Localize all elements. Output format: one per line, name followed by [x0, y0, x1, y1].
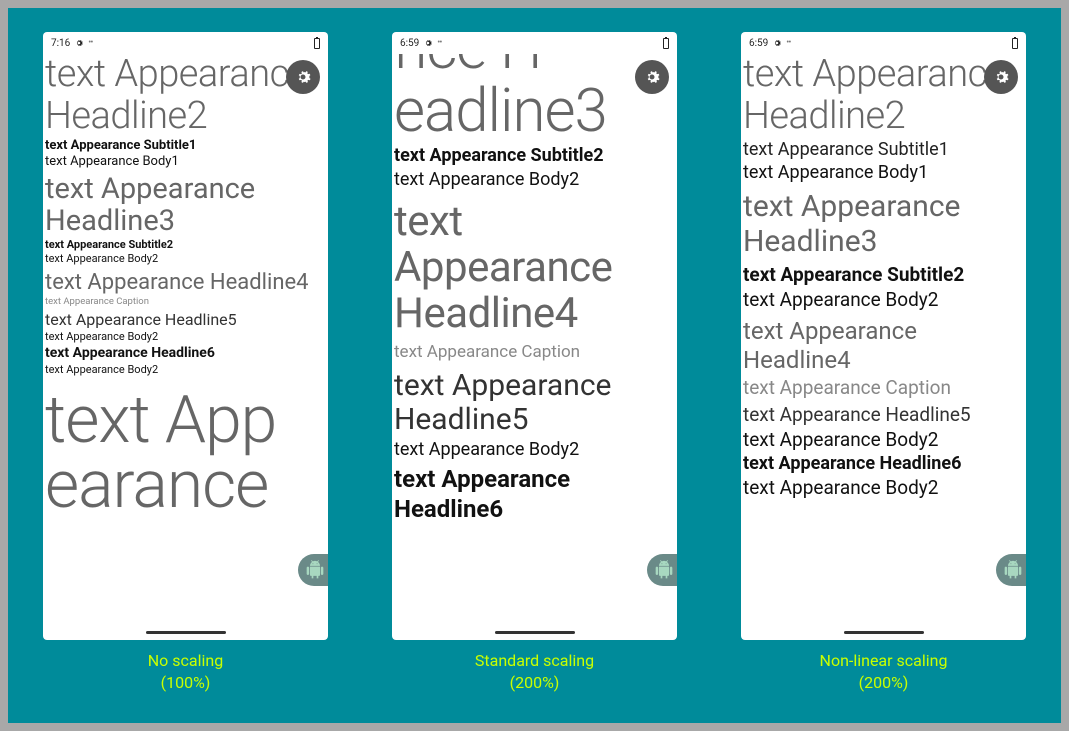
phone-content: text Appearance Headline2 text Appearanc… [741, 54, 1026, 640]
column-non-linear-scaling: 6:59 •• [724, 32, 1044, 693]
subtitle2-text: text Appearance Subtitle2 [45, 238, 324, 252]
headline2-text: text Appearance Headline2 [45, 54, 324, 138]
subtitle2-text: text Appearance Subtitle2 [743, 263, 1022, 288]
column-standard-scaling: 6:59 •• [375, 32, 695, 693]
body2-text-c: text Appearance Body2 [45, 363, 324, 377]
headline5-text: text Appearance Headline5 [743, 403, 1022, 428]
nav-bar-handle[interactable] [146, 631, 226, 634]
caption-no-scaling: No scaling (100%) [148, 650, 223, 693]
headline3-text: text Appearance Headline3 [743, 190, 1022, 259]
headline6-text: text Appearance Headline6 [45, 344, 324, 362]
headline5-text: text Appearance Headline5 [45, 310, 324, 330]
caption-line1: Standard scaling [475, 651, 594, 670]
android-icon [305, 560, 325, 580]
battery-icon [1012, 38, 1018, 49]
gear-icon [74, 38, 84, 48]
android-icon [1003, 560, 1023, 580]
headline3-text-clipped: arance Headline3 [392, 54, 673, 142]
android-pill[interactable] [996, 554, 1026, 586]
nav-bar-handle[interactable] [844, 631, 924, 634]
caption-line2: (100%) [161, 673, 211, 692]
body2-text: text Appearance Body2 [743, 288, 1022, 313]
gear-icon [423, 38, 433, 48]
status-bar: 6:59 •• [741, 32, 1026, 54]
image-frame: 7:16 •• [0, 0, 1069, 731]
headline1-text: text Appearance [45, 389, 324, 518]
subtitle2-text: text Appearance Subtitle2 [394, 144, 673, 168]
phone-no-scaling: 7:16 •• [43, 32, 328, 640]
caption-text: text Appearance Caption [743, 376, 1022, 401]
headline4-text: text Appearance Headline4 [45, 270, 324, 295]
network-dots-icon: •• [786, 38, 790, 48]
column-no-scaling: 7:16 •• [26, 32, 346, 693]
settings-fab[interactable] [286, 60, 320, 94]
caption-non-linear-scaling: Non-linear scaling (200%) [820, 650, 948, 693]
caption-standard-scaling: Standard scaling (200%) [475, 650, 594, 693]
body2-text-b: text Appearance Body2 [394, 438, 673, 462]
phone-content: arance Headline3 text Appearance Subtitl… [392, 54, 677, 640]
phone-standard-scaling: 6:59 •• [392, 32, 677, 640]
settings-fab[interactable] [635, 60, 669, 94]
status-bar: 6:59 •• [392, 32, 677, 54]
clock-text: 6:59 [749, 38, 768, 49]
caption-line2: (200%) [859, 673, 909, 692]
caption-text: text Appearance Caption [45, 296, 324, 308]
network-dots-icon: •• [437, 38, 441, 48]
comparison-panel: 7:16 •• [8, 8, 1061, 723]
body2-text: text Appearance Body2 [394, 168, 673, 192]
headline4-text: text Appearance Headline4 [394, 199, 673, 338]
gear-icon [642, 67, 662, 87]
headline6-text: text Appearance Headline6 [743, 452, 1022, 475]
status-right [314, 38, 320, 49]
gear-icon [991, 67, 1011, 87]
clock-text: 6:59 [400, 38, 419, 49]
headline3-text: text Appearance Headline3 [45, 174, 324, 238]
clock-text: 7:16 [51, 38, 70, 49]
gear-icon [293, 67, 313, 87]
status-right [663, 38, 669, 49]
status-right [1012, 38, 1018, 49]
caption-line2: (200%) [510, 673, 560, 692]
caption-text: text Appearance Caption [394, 341, 673, 365]
body1-text: text Appearance Body1 [743, 161, 1022, 184]
body2-text-b: text Appearance Body2 [743, 428, 1022, 453]
battery-icon [663, 38, 669, 49]
subtitle1-text: text Appearance Subtitle1 [743, 138, 1022, 161]
headline2-text: text Appearance Headline2 [743, 54, 1022, 138]
headline4-text: text Appearance Headline4 [743, 317, 1022, 375]
network-dots-icon: •• [88, 38, 92, 48]
gear-icon [772, 38, 782, 48]
body2-text-b: text Appearance Body2 [45, 330, 324, 344]
body1-text: text Appearance Body1 [45, 154, 324, 170]
android-pill[interactable] [647, 554, 677, 586]
status-left: 6:59 •• [400, 38, 441, 49]
body2-text: text Appearance Body2 [45, 252, 324, 266]
headline6-text: text Appearance Headline6 [394, 464, 673, 524]
status-bar: 7:16 •• [43, 32, 328, 54]
nav-bar-handle[interactable] [495, 631, 575, 634]
phone-non-linear-scaling: 6:59 •• [741, 32, 1026, 640]
body2-text-c: text Appearance Body2 [743, 476, 1022, 501]
caption-line1: Non-linear scaling [820, 651, 948, 670]
battery-icon [314, 38, 320, 49]
settings-fab[interactable] [984, 60, 1018, 94]
headline5-text: text Appearance Headline5 [394, 369, 673, 438]
caption-line1: No scaling [148, 651, 223, 670]
subtitle1-text: text Appearance Subtitle1 [45, 138, 324, 154]
android-icon [654, 560, 674, 580]
android-pill[interactable] [298, 554, 328, 586]
phone-content: text Appearance Headline2 text Appearanc… [43, 54, 328, 640]
status-left: 6:59 •• [749, 38, 790, 49]
status-left: 7:16 •• [51, 38, 92, 49]
